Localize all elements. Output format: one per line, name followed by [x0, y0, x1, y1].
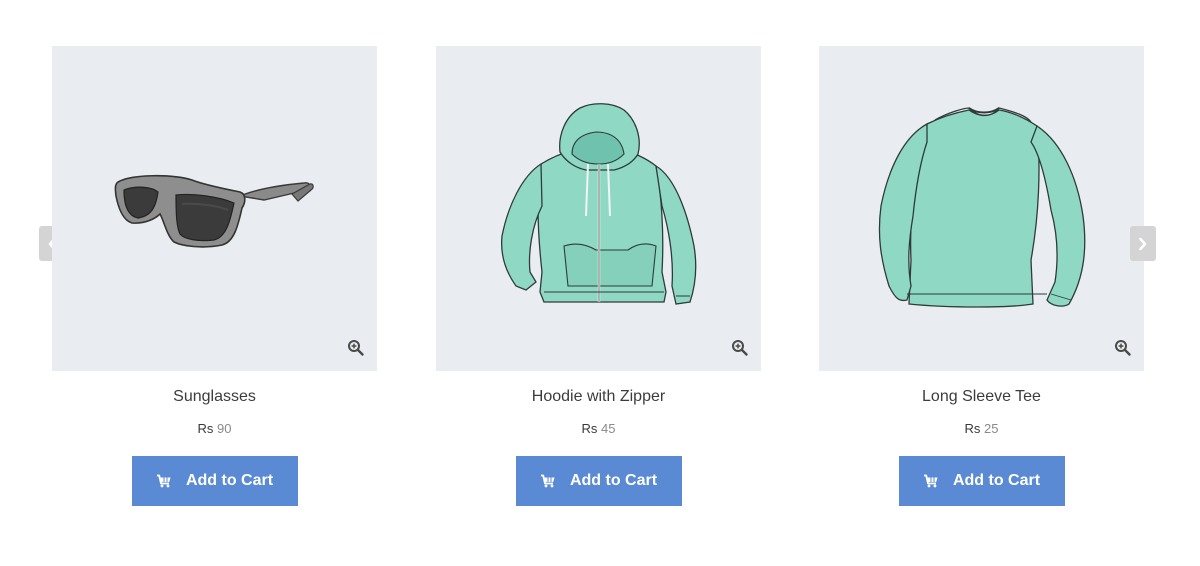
hoodie-image	[500, 103, 697, 305]
price-value: 25	[984, 421, 999, 436]
currency-symbol: Rs	[197, 421, 214, 436]
product-card: Sunglasses Rs 90 Add to Cart	[52, 46, 377, 506]
add-to-cart-button[interactable]: Add to Cart	[515, 456, 682, 506]
currency-symbol: Rs	[964, 421, 981, 436]
product-card: Hoodie with Zipper Rs 45 Add to Cart	[436, 46, 761, 506]
product-image[interactable]	[436, 46, 761, 371]
product-title[interactable]: Sunglasses	[52, 387, 377, 407]
product-price: Rs 45	[436, 421, 761, 437]
zoom-icon[interactable]	[1114, 339, 1132, 357]
price-value: 45	[601, 421, 616, 436]
add-to-cart-button[interactable]: Add to Cart	[898, 456, 1065, 506]
product-price: Rs 90	[52, 421, 377, 437]
product-card: Long Sleeve Tee Rs 25 Add to Cart	[819, 46, 1144, 506]
product-image[interactable]	[52, 46, 377, 371]
product-title[interactable]: Long Sleeve Tee	[819, 387, 1144, 407]
product-title[interactable]: Hoodie with Zipper	[436, 387, 761, 407]
zoom-icon[interactable]	[347, 339, 365, 357]
price-value: 90	[217, 421, 232, 436]
carousel-next-button[interactable]	[1130, 226, 1156, 261]
sunglasses-image	[114, 174, 314, 248]
add-to-cart-label: Add to Cart	[569, 472, 658, 489]
zoom-icon[interactable]	[731, 339, 749, 357]
product-image[interactable]	[819, 46, 1144, 371]
product-carousel: Sunglasses Rs 90 Add to Cart Hoodie with…	[0, 0, 1200, 566]
cart-icon	[923, 474, 938, 488]
chevron-right-icon	[1139, 237, 1147, 250]
add-to-cart-button[interactable]: Add to Cart	[131, 456, 298, 506]
add-to-cart-label: Add to Cart	[185, 472, 274, 489]
product-price: Rs 25	[819, 421, 1144, 437]
cart-icon	[540, 474, 555, 488]
cart-icon	[156, 474, 171, 488]
long-sleeve-tee-image	[878, 107, 1086, 308]
add-to-cart-label: Add to Cart	[952, 472, 1041, 489]
currency-symbol: Rs	[581, 421, 598, 436]
